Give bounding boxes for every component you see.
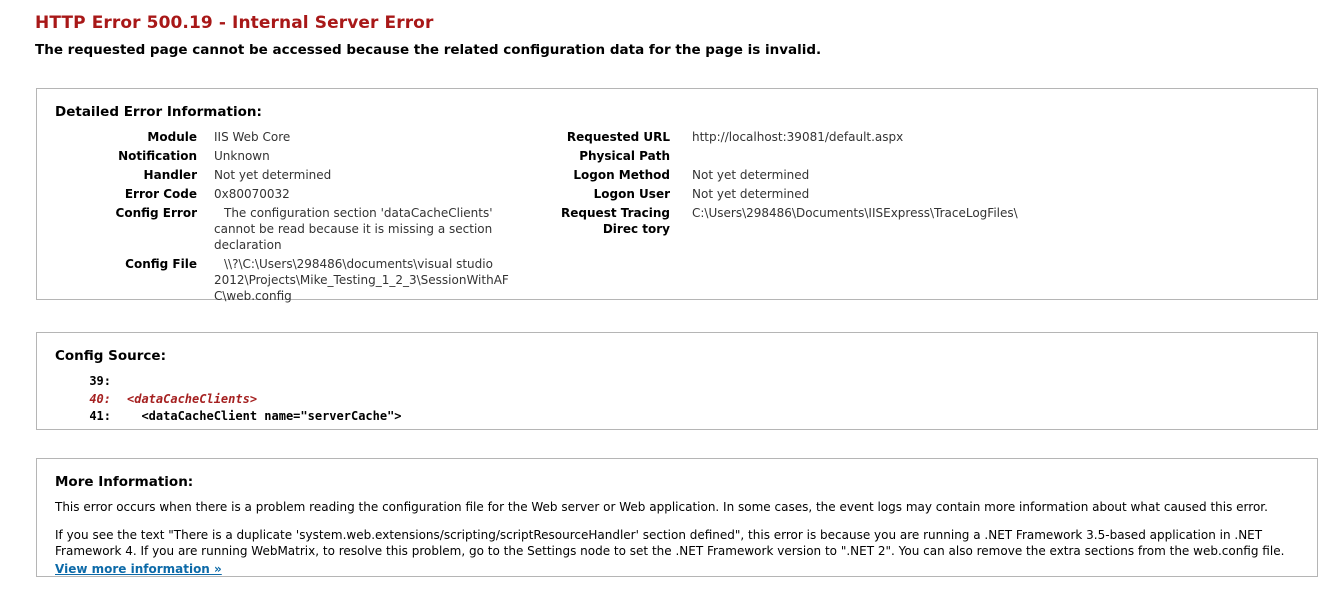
detail-row-physical-path: Physical Path [525,148,1225,164]
detail-value-error-code: 0x80070032 [214,187,290,201]
detail-row-requested-url: Requested URL http://localhost:39081/def… [525,129,1225,145]
code-line-number: 39: [89,374,111,388]
detail-label-config-file: Config File [125,257,197,271]
detail-label-handler: Handler [143,168,197,182]
more-information-heading: More Information: [55,474,194,490]
code-line-40: 40: <dataCacheClients> [55,391,1299,409]
detail-row-module: Module IIS Web Core [55,129,525,145]
detail-value-logon-method: Not yet determined [692,168,810,182]
code-line-text: <dataCacheClients> [127,391,258,406]
page-title: HTTP Error 500.19 - Internal Server Erro… [35,13,434,33]
detail-row-logon-user: Logon User Not yet determined [525,186,1225,202]
detail-label-error-code: Error Code [124,187,197,201]
detail-row-request-tracing-directory: Request Tracing Direc tory C:\Users\2984… [525,205,1225,237]
detail-label-physical-path: Physical Path [579,149,670,163]
detail-value-physical-path [670,148,1225,164]
detailed-error-information-panel: Detailed Error Information: Module IIS W… [36,88,1318,303]
code-line-39: 39: [55,373,1299,391]
detail-row-notification: Notification Unknown [55,148,525,164]
detail-row-config-file: Config File \\?\C:\Users\298486\document… [55,256,525,304]
detail-value-config-file: \\?\C:\Users\298486\documents\visual stu… [214,257,509,303]
detail-value-request-tracing-directory: C:\Users\298486\Documents\IISExpress\Tra… [692,206,1018,220]
detail-label-module: Module [147,130,197,144]
detail-row-config-error: Config Error The configuration section '… [55,205,525,253]
detail-row-handler: Handler Not yet determined [55,167,525,183]
detail-value-logon-user: Not yet determined [692,187,810,201]
detail-value-config-error: The configuration section 'dataCacheClie… [214,206,497,252]
detail-value-requested-url: http://localhost:39081/default.aspx [692,130,904,144]
detailed-error-grid: Module IIS Web Core Notification Unknown… [55,129,1299,307]
detailed-error-heading: Detailed Error Information: [55,104,262,120]
code-line-number: 40: [89,391,111,406]
config-source-panel: Config Source: 39: 40: <dataCacheClients… [36,332,1318,430]
config-source-heading: Config Source: [55,348,166,364]
error-page: HTTP Error 500.19 - Internal Server Erro… [0,0,1334,606]
detail-value-module: IIS Web Core [214,130,291,144]
detail-value-handler: Not yet determined [214,168,332,182]
code-line-text: <dataCacheClient name="serverCache"> [127,409,402,423]
detail-column-right: Requested URL http://localhost:39081/def… [525,129,1225,240]
more-information-paragraph-2: If you see the text "There is a duplicat… [55,528,1285,558]
config-source-code: 39: 40: <dataCacheClients> 41: <dataCach… [55,373,1299,426]
detail-value-notification: Unknown [214,149,270,163]
more-information-panel: More Information: This error occurs when… [36,458,1318,577]
code-line-41: 41: <dataCacheClient name="serverCache"> [55,408,1299,426]
page-subtitle: The requested page cannot be accessed be… [35,42,822,58]
detail-row-error-code: Error Code 0x80070032 [55,186,525,202]
detail-label-logon-user: Logon User [593,187,670,201]
detail-label-request-tracing-directory: Request Tracing Direc tory [561,206,670,236]
detail-row-logon-method: Logon Method Not yet determined [525,167,1225,183]
detail-label-notification: Notification [118,149,197,163]
view-more-information-link[interactable]: View more information » [55,561,222,577]
more-information-paragraph-1: This error occurs when there is a proble… [55,500,1268,514]
detail-label-requested-url: Requested URL [566,130,670,144]
detail-column-left: Module IIS Web Core Notification Unknown… [55,129,525,307]
code-line-number: 41: [89,409,111,423]
detail-label-config-error: Config Error [115,206,197,220]
detail-label-logon-method: Logon Method [573,168,670,182]
